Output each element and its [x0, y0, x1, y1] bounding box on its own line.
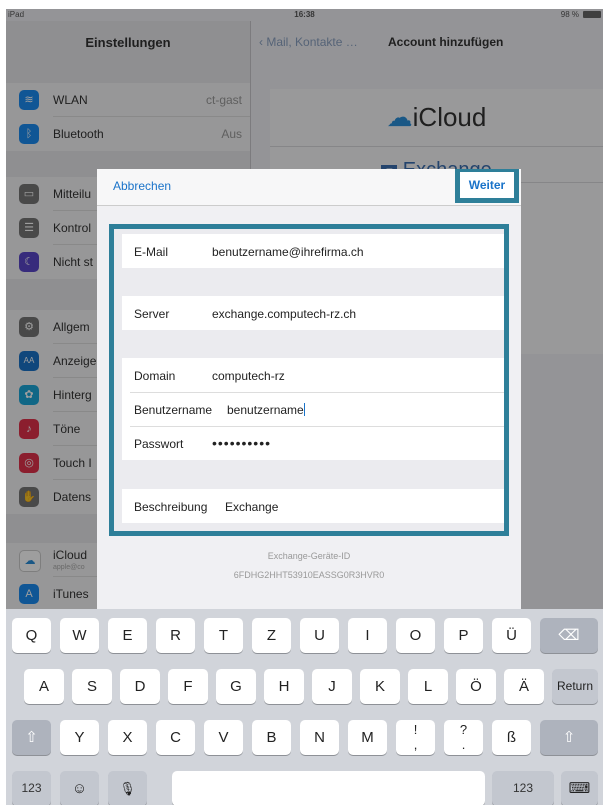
- shift-key-left[interactable]: ⇧: [12, 720, 51, 755]
- next-button[interactable]: Weiter: [460, 172, 514, 198]
- domain-value[interactable]: computech-rz: [212, 369, 285, 383]
- key-k[interactable]: K: [360, 669, 400, 704]
- dialog-header: Abbrechen Weiter: [97, 169, 521, 206]
- username-label: Benutzername: [134, 403, 213, 417]
- key-x[interactable]: X: [108, 720, 147, 755]
- key-g[interactable]: G: [216, 669, 256, 704]
- key-j[interactable]: J: [312, 669, 352, 704]
- form-highlight: E-Mail benutzername@ihrefirma.ch Server …: [109, 224, 509, 536]
- server-value[interactable]: exchange.computech-rz.ch: [212, 307, 356, 321]
- key-o[interactable]: O: [396, 618, 435, 653]
- credentials-group: Domain computech-rz Benutzername benutze…: [122, 358, 504, 460]
- key-n[interactable]: N: [300, 720, 339, 755]
- key-f[interactable]: F: [168, 669, 208, 704]
- key-m[interactable]: M: [348, 720, 387, 755]
- next-button-highlight: Weiter: [455, 169, 519, 203]
- key-v[interactable]: V: [204, 720, 243, 755]
- cancel-button[interactable]: Abbrechen: [113, 179, 171, 193]
- key-t[interactable]: T: [204, 618, 243, 653]
- text-cursor: [303, 403, 305, 416]
- device-id-value: 6FDHG2HHT53910EASSG0R3HVR0: [233, 570, 385, 580]
- backspace-key[interactable]: ⌫: [540, 618, 598, 653]
- key-u[interactable]: U: [300, 618, 339, 653]
- username-value: benutzername: [227, 403, 304, 417]
- key-b[interactable]: B: [252, 720, 291, 755]
- password-label: Passwort: [134, 437, 184, 451]
- domain-label: Domain: [134, 369, 176, 383]
- server-label: Server: [134, 307, 170, 321]
- key-q[interactable]: Q: [12, 618, 51, 653]
- password-value[interactable]: ••••••••••: [212, 435, 271, 451]
- username-field[interactable]: benutzername: [227, 403, 305, 417]
- exchange-account-dialog: Abbrechen Weiter E-Mail benutzername@ihr…: [97, 169, 521, 621]
- key-c[interactable]: C: [156, 720, 195, 755]
- key-u-umlaut[interactable]: Ü: [492, 618, 531, 653]
- description-field[interactable]: Beschreibung Exchange: [122, 489, 504, 523]
- numbers-key-left[interactable]: 123: [12, 771, 51, 805]
- server-field[interactable]: Server exchange.computech-rz.ch: [122, 296, 504, 330]
- key-r[interactable]: R: [156, 618, 195, 653]
- key-p[interactable]: P: [444, 618, 483, 653]
- key-question-period[interactable]: ? .: [444, 720, 483, 755]
- hide-keyboard-key[interactable]: ⌨: [561, 771, 598, 805]
- microphone-key[interactable]: 🎙: [108, 771, 147, 805]
- email-value[interactable]: benutzername@ihrefirma.ch: [212, 245, 364, 259]
- email-field[interactable]: E-Mail benutzername@ihrefirma.ch: [122, 234, 504, 268]
- key-a[interactable]: A: [24, 669, 64, 704]
- key-exclaim-comma[interactable]: ! ,: [396, 720, 435, 755]
- key-e[interactable]: E: [108, 618, 147, 653]
- onscreen-keyboard: Q W E R T Z U I O P Ü ⌫ A S D F G H J K …: [6, 609, 603, 805]
- key-z[interactable]: Z: [252, 618, 291, 653]
- key-eszett[interactable]: ß: [492, 720, 531, 755]
- emoji-key[interactable]: ☺: [60, 771, 99, 805]
- description-value[interactable]: Exchange: [225, 500, 278, 514]
- key-a-umlaut[interactable]: Ä: [504, 669, 544, 704]
- key-d[interactable]: D: [120, 669, 160, 704]
- numbers-key-right[interactable]: 123: [492, 771, 554, 805]
- ipad-screen: iPad 16:38 98 % Einstellungen ≋ WLAN ct-…: [6, 9, 603, 805]
- key-l[interactable]: L: [408, 669, 448, 704]
- email-label: E-Mail: [134, 245, 169, 259]
- device-id-label: Exchange-Geräte-ID: [267, 551, 351, 561]
- return-key[interactable]: Return: [552, 669, 598, 704]
- key-o-umlaut[interactable]: Ö: [456, 669, 496, 704]
- key-s[interactable]: S: [72, 669, 112, 704]
- description-label: Beschreibung: [134, 500, 208, 514]
- key-h[interactable]: H: [264, 669, 304, 704]
- space-bar[interactable]: [172, 771, 485, 805]
- key-w[interactable]: W: [60, 618, 99, 653]
- shift-key-right[interactable]: ⇧: [540, 720, 598, 755]
- key-y[interactable]: Y: [60, 720, 99, 755]
- key-i[interactable]: I: [348, 618, 387, 653]
